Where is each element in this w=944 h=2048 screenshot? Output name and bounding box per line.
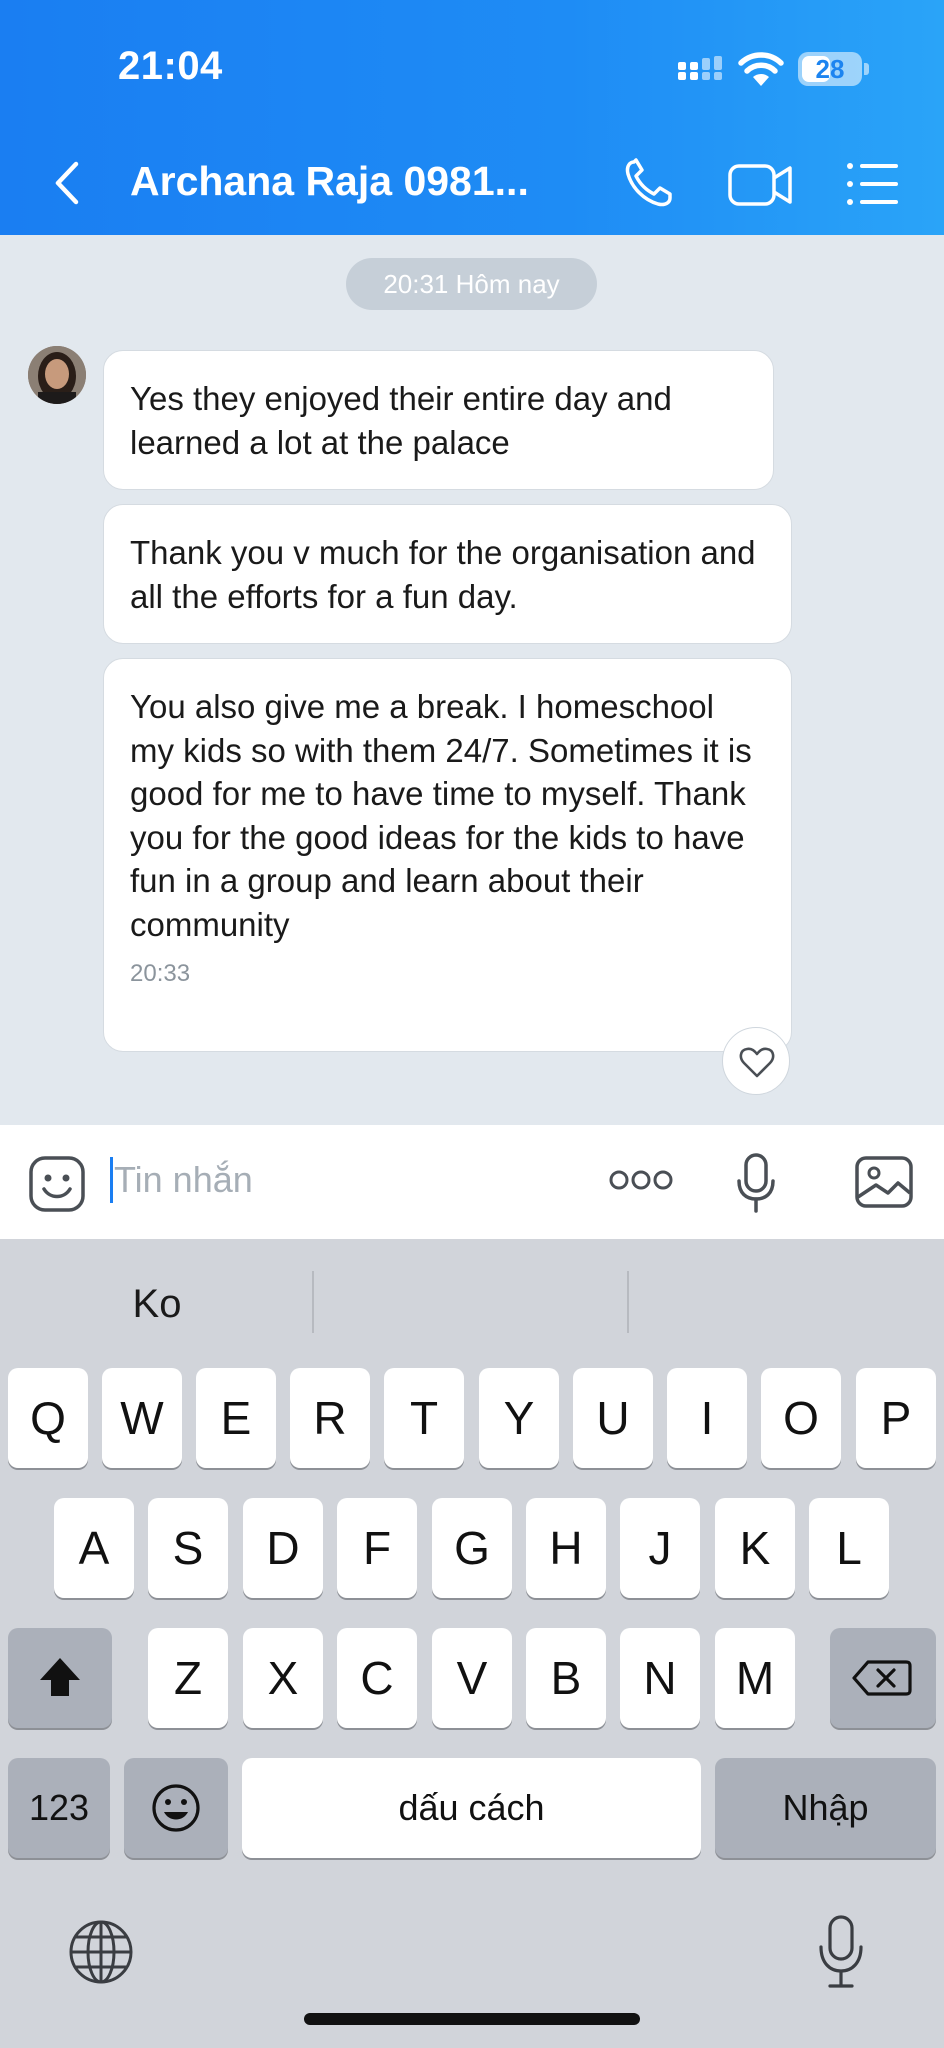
key-l[interactable]: L — [809, 1498, 889, 1598]
emoji-face-icon — [152, 1784, 200, 1832]
key-r[interactable]: R — [290, 1368, 370, 1468]
status-time: 21:04 — [118, 44, 223, 88]
key-c[interactable]: C — [337, 1628, 417, 1728]
key-d[interactable]: D — [243, 1498, 323, 1598]
key-t[interactable]: T — [384, 1368, 464, 1468]
battery-icon: 28 — [798, 52, 862, 86]
key-e[interactable]: E — [196, 1368, 276, 1468]
key-m[interactable]: M — [715, 1628, 795, 1728]
key-h[interactable]: H — [526, 1498, 606, 1598]
globe-icon[interactable] — [66, 1917, 136, 1987]
backspace-icon — [852, 1660, 912, 1696]
message-composer: Tin nhắn — [0, 1125, 944, 1239]
key-y[interactable]: Y — [479, 1368, 559, 1468]
key-n[interactable]: N — [620, 1628, 700, 1728]
contact-avatar[interactable] — [28, 346, 86, 404]
key-b[interactable]: B — [526, 1628, 606, 1728]
wifi-icon — [738, 52, 784, 86]
key-i[interactable]: I — [667, 1368, 747, 1468]
key-s[interactable]: S — [148, 1498, 228, 1598]
date-separator: 20:31 Hôm nay — [346, 258, 597, 310]
suggestion-3[interactable] — [629, 1269, 943, 1339]
key-a[interactable]: A — [54, 1498, 134, 1598]
numbers-key[interactable]: 123 — [8, 1758, 110, 1858]
return-key[interactable]: Nhập — [715, 1758, 936, 1858]
key-w[interactable]: W — [102, 1368, 182, 1468]
key-k[interactable]: K — [715, 1498, 795, 1598]
key-x[interactable]: X — [243, 1628, 323, 1728]
backspace-key[interactable] — [830, 1628, 936, 1728]
key-j[interactable]: J — [620, 1498, 700, 1598]
emoji-key[interactable] — [124, 1758, 228, 1858]
back-arrow-icon[interactable] — [48, 158, 88, 208]
key-f[interactable]: F — [337, 1498, 417, 1598]
home-indicator[interactable] — [304, 2013, 640, 2025]
battery-level: 28 — [815, 54, 845, 84]
message-text: Thank you v much for the organisation an… — [130, 534, 756, 615]
key-p[interactable]: P — [856, 1368, 936, 1468]
more-options-icon[interactable] — [608, 1165, 674, 1195]
key-o[interactable]: O — [761, 1368, 841, 1468]
heart-icon — [739, 1047, 775, 1078]
phone-call-icon[interactable] — [620, 156, 680, 212]
message-input[interactable]: Tin nhắn — [114, 1155, 253, 1205]
key-g[interactable]: G — [432, 1498, 512, 1598]
key-v[interactable]: V — [432, 1628, 512, 1728]
on-screen-keyboard: Ko Q W E R T Y U I O P A S D F G H J K L… — [0, 1239, 944, 2048]
list-menu-icon[interactable] — [842, 156, 902, 212]
message-bubble[interactable]: Thank you v much for the organisation an… — [103, 504, 792, 644]
cellular-signal-icon — [678, 56, 722, 80]
message-time: 20:33 — [130, 960, 191, 987]
video-call-icon[interactable] — [726, 156, 794, 212]
sticker-emoji-icon[interactable] — [28, 1155, 86, 1213]
message-bubble[interactable]: You also give me a break. I homeschool m… — [103, 658, 792, 1052]
dictation-microphone-icon[interactable] — [816, 1915, 866, 1989]
suggestion-1[interactable]: Ko — [0, 1269, 314, 1339]
key-z[interactable]: Z — [148, 1628, 228, 1728]
react-heart-button[interactable] — [722, 1027, 790, 1095]
shift-key[interactable] — [8, 1628, 112, 1728]
key-u[interactable]: U — [573, 1368, 653, 1468]
message-bubble[interactable]: Yes they enjoyed their entire day and le… — [103, 350, 774, 490]
message-text: Yes they enjoyed their entire day and le… — [130, 380, 672, 461]
shift-arrow-icon — [40, 1658, 80, 1696]
image-gallery-icon[interactable] — [854, 1155, 914, 1209]
chat-header: 21:04 28 Archana Raja 0981... — [0, 0, 944, 235]
space-key[interactable]: dấu cách — [242, 1758, 701, 1858]
contact-name[interactable]: Archana Raja 0981... — [130, 158, 529, 205]
text-caret — [110, 1157, 113, 1203]
message-text: You also give me a break. I homeschool m… — [130, 688, 752, 943]
suggestion-2[interactable] — [314, 1269, 628, 1339]
microphone-icon[interactable] — [736, 1153, 776, 1213]
key-q[interactable]: Q — [8, 1368, 88, 1468]
